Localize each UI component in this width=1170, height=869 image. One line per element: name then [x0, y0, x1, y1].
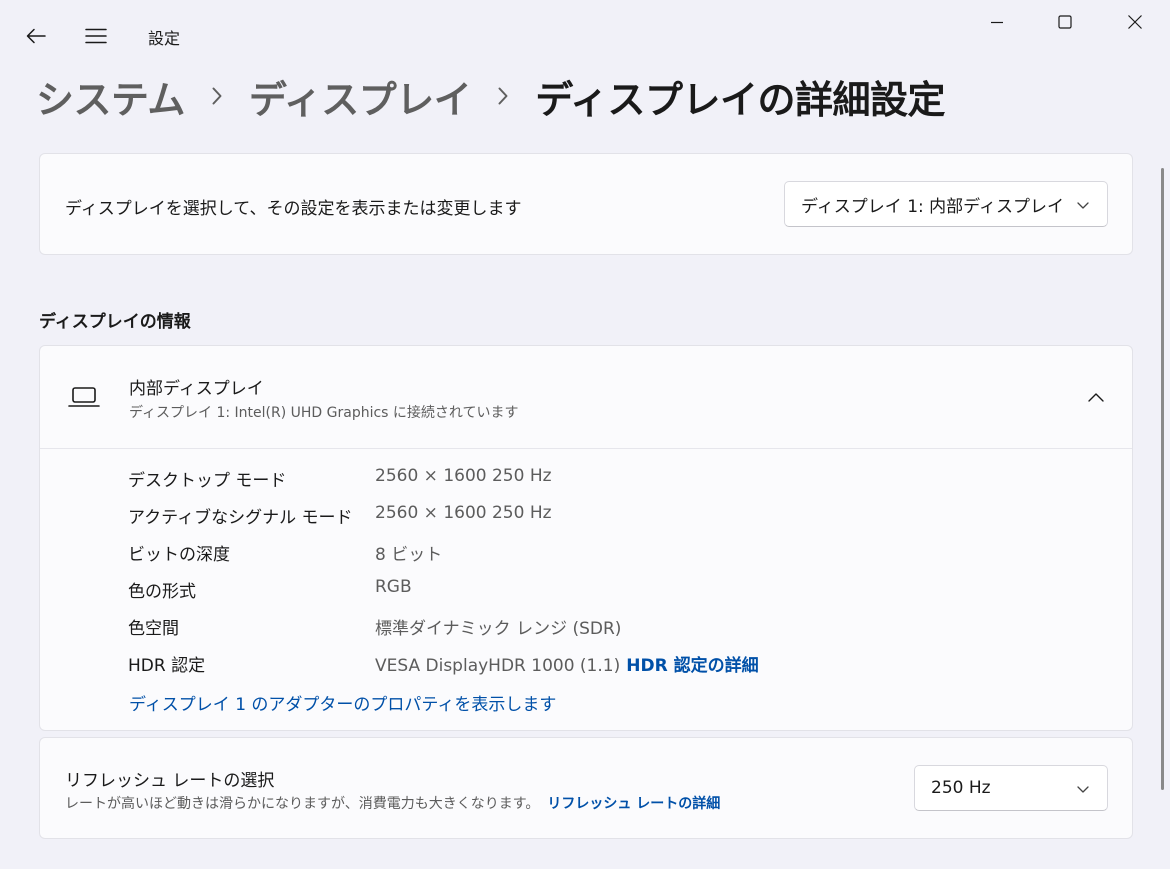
display-name: 内部ディスプレイ: [129, 379, 264, 399]
maximize-button[interactable]: [1042, 0, 1088, 44]
chevron-right-icon: [498, 87, 508, 105]
hdr-certification-value: VESA DisplayHDR 1000 (1.1): [375, 656, 621, 676]
chevron-right-icon: [212, 87, 222, 105]
breadcrumb-item-system[interactable]: システム: [36, 69, 185, 124]
back-arrow-icon: [26, 28, 46, 44]
refresh-rate-details-link[interactable]: リフレッシュ レートの詳細: [547, 796, 720, 812]
info-row-value: 2560 × 1600 250 Hz: [375, 503, 552, 523]
info-row-value: RGB: [375, 577, 412, 597]
info-row-key: 色空間: [128, 619, 179, 639]
info-row-key: ビットの深度: [128, 545, 230, 565]
minimize-button[interactable]: [974, 0, 1020, 44]
display-select-dropdown[interactable]: ディスプレイ 1: 内部ディスプレイ: [784, 181, 1108, 227]
display-info-header[interactable]: 内部ディスプレイ ディスプレイ 1: Intel(R) UHD Graphics…: [40, 346, 1132, 449]
breadcrumb: システム ディスプレイ ディスプレイの詳細設定: [36, 68, 946, 124]
collapse-button[interactable]: [1084, 388, 1108, 408]
refresh-rate-title: リフレッシュ レートの選択: [65, 771, 275, 791]
refresh-rate-description-line: レートが高いほど動きは滑らかになりますが、消費電力も大きくなります。 リフレッシュ…: [65, 793, 720, 813]
chevron-down-icon: [1077, 786, 1089, 793]
display-info-card: 内部ディスプレイ ディスプレイ 1: Intel(R) UHD Graphics…: [39, 345, 1133, 731]
back-button[interactable]: [16, 18, 56, 54]
app-title: 設定: [148, 29, 181, 48]
refresh-rate-description: レートが高いほど動きは滑らかになりますが、消費電力も大きくなります。: [65, 796, 540, 812]
vertical-scrollbar[interactable]: [1161, 168, 1164, 790]
navigation-menu-button[interactable]: [76, 18, 116, 54]
display-select-value: ディスプレイ 1: 内部ディスプレイ: [801, 196, 1064, 217]
breadcrumb-separator: [185, 86, 249, 106]
breadcrumb-item-display[interactable]: ディスプレイ: [249, 69, 472, 124]
info-row-key: 色の形式: [128, 582, 196, 602]
info-row-key: デスクトップ モード: [128, 471, 287, 491]
display-select-label: ディスプレイを選択して、その設定を表示または変更します: [65, 199, 522, 219]
refresh-rate-card: リフレッシュ レートの選択 レートが高いほど動きは滑らかになりますが、消費電力も…: [39, 737, 1133, 839]
hdr-certification-details-link[interactable]: HDR 認定の詳細: [626, 656, 758, 676]
close-icon: [1128, 15, 1142, 29]
page-title: ディスプレイの詳細設定: [535, 77, 946, 122]
refresh-rate-dropdown[interactable]: 250 Hz: [914, 765, 1108, 811]
info-row-value-hdr: VESA DisplayHDR 1000 (1.1) HDR 認定の詳細: [375, 651, 759, 676]
info-row-value: 2560 × 1600 250 Hz: [375, 466, 552, 486]
breadcrumb-separator: [471, 86, 535, 106]
hamburger-menu-icon: [85, 28, 107, 44]
minimize-icon: [991, 21, 1003, 24]
info-row-value: 標準ダイナミック レンジ (SDR): [375, 619, 622, 639]
info-row-value: 8 ビット: [375, 545, 443, 565]
laptop-icon: [68, 387, 100, 407]
chevron-up-icon: [1088, 393, 1104, 402]
close-button[interactable]: [1112, 0, 1158, 44]
maximize-icon: [1058, 15, 1072, 29]
display-subtitle: ディスプレイ 1: Intel(R) UHD Graphics に接続されていま…: [129, 405, 519, 421]
title-bar: 設定: [0, 0, 1170, 60]
info-row-key: アクティブなシグナル モード: [128, 508, 353, 528]
adapter-properties-link[interactable]: ディスプレイ 1 のアダプターのプロパティを表示します: [129, 690, 556, 715]
display-select-card: ディスプレイを選択して、その設定を表示または変更します ディスプレイ 1: 内部…: [39, 153, 1133, 255]
chevron-down-icon: [1077, 202, 1089, 209]
display-info-section-title: ディスプレイの情報: [39, 312, 191, 332]
info-row-key: HDR 認定: [128, 656, 206, 676]
refresh-rate-value: 250 Hz: [931, 778, 991, 798]
